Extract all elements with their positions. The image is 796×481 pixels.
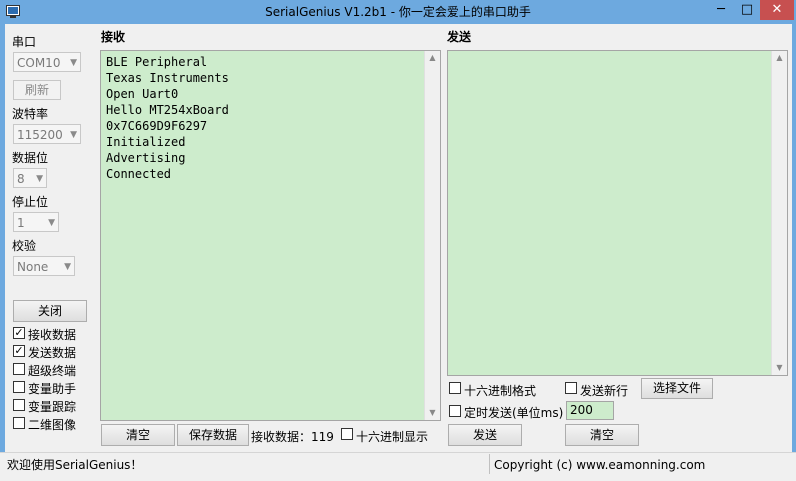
- option-checkbox[interactable]: [13, 417, 25, 429]
- parity-value: None: [17, 260, 49, 274]
- hex-format-label: 十六进制格式: [464, 384, 537, 398]
- timer-interval-input[interactable]: 200: [566, 401, 614, 420]
- option-checkbox[interactable]: ✓: [13, 327, 25, 339]
- send-scrollbar[interactable]: ▲ ▼: [771, 51, 787, 375]
- status-welcome: 欢迎使用SerialGenius！: [7, 458, 143, 472]
- baud-value: 115200: [17, 128, 63, 142]
- option-checkbox[interactable]: [13, 381, 25, 393]
- receive-line: Texas Instruments: [106, 71, 229, 85]
- hex-format-checkbox[interactable]: [449, 382, 461, 394]
- hex-display-label: 十六进制显示: [356, 430, 429, 444]
- receive-textarea[interactable]: BLE Peripheral Texas Instruments Open Uart…: [100, 50, 441, 421]
- receive-line: Hello MT254xBoard: [106, 103, 229, 117]
- stopbits-value: 1: [17, 216, 25, 230]
- send-textarea[interactable]: ▲ ▼: [447, 50, 788, 376]
- port-label: 串口: [12, 35, 37, 49]
- receive-line: Advertising: [106, 151, 186, 165]
- option-label: 变量助手: [28, 382, 77, 396]
- stopbits-label: 停止位: [12, 195, 49, 209]
- chevron-down-icon: ▼: [64, 262, 71, 272]
- stopbits-select[interactable]: 1 ▼: [13, 212, 59, 232]
- option-checkbox[interactable]: [13, 399, 25, 411]
- receive-title: 接收: [101, 30, 126, 44]
- chevron-down-icon: ▼: [70, 58, 77, 68]
- hex-display-checkbox[interactable]: [341, 428, 353, 440]
- status-copyright: Copyright (c) www.eamonning.com: [494, 458, 706, 472]
- databits-select[interactable]: 8 ▼: [13, 168, 47, 188]
- option-label: 二维图像: [28, 418, 77, 432]
- parity-select[interactable]: None ▼: [13, 256, 75, 276]
- window-frame-left: [0, 24, 5, 480]
- send-newline-label: 发送新行: [580, 384, 629, 398]
- refresh-button[interactable]: 刷新: [13, 80, 61, 100]
- window-title: SerialGenius V1.2b1 - 你一定会爱上的串口助手: [265, 5, 531, 19]
- receive-line: BLE Peripheral: [106, 55, 208, 69]
- receive-lines: BLE Peripheral Texas Instruments Open Uart…: [106, 54, 229, 182]
- baud-select[interactable]: 115200 ▼: [13, 124, 81, 144]
- databits-label: 数据位: [12, 151, 49, 165]
- receive-line: Initialized: [106, 135, 186, 149]
- databits-value: 8: [17, 172, 25, 186]
- timer-send-label: 定时发送(单位ms): [464, 406, 564, 420]
- parity-label: 校验: [12, 239, 37, 253]
- receive-scrollbar[interactable]: ▲ ▼: [424, 51, 440, 420]
- receive-line: Open Uart0: [106, 87, 179, 101]
- receive-count-value: 119: [311, 430, 334, 444]
- receive-count-label: 接收数据：: [251, 430, 312, 444]
- timer-send-checkbox[interactable]: [449, 405, 461, 417]
- status-divider: [489, 454, 490, 474]
- send-newline-checkbox[interactable]: [565, 382, 577, 394]
- minimize-button[interactable]: ─: [708, 0, 734, 20]
- close-window-button[interactable]: ✕: [760, 0, 794, 20]
- baud-label: 波特率: [12, 107, 49, 121]
- receive-count: 接收数据：119: [251, 428, 334, 445]
- close-port-button[interactable]: 关闭: [13, 300, 87, 322]
- chevron-down-icon: ▼: [36, 174, 43, 184]
- send-title: 发送: [447, 30, 472, 44]
- maximize-button[interactable]: □: [734, 0, 760, 20]
- option-label: 发送数据: [28, 346, 77, 360]
- scroll-down-icon[interactable]: ▼: [425, 406, 440, 420]
- send-button[interactable]: 发送: [448, 424, 522, 446]
- port-value: COM10: [17, 56, 61, 70]
- chevron-down-icon: ▼: [48, 218, 55, 228]
- chevron-down-icon: ▼: [70, 130, 77, 140]
- choose-file-button[interactable]: 选择文件: [641, 378, 713, 399]
- window-frame-right: [792, 24, 796, 480]
- port-select[interactable]: COM10 ▼: [13, 52, 81, 72]
- scroll-up-icon[interactable]: ▲: [772, 51, 787, 65]
- receive-clear-button[interactable]: 清空: [101, 424, 175, 446]
- option-label: 变量跟踪: [28, 400, 77, 414]
- option-checkbox[interactable]: ✓: [13, 345, 25, 357]
- option-label: 超级终端: [28, 364, 77, 378]
- scroll-down-icon[interactable]: ▼: [772, 361, 787, 375]
- send-clear-button[interactable]: 清空: [565, 424, 639, 446]
- receive-line: Connected: [106, 167, 172, 181]
- option-label: 接收数据: [28, 328, 77, 342]
- scroll-up-icon[interactable]: ▲: [425, 51, 440, 65]
- receive-line: 0x7C669D9F6297: [106, 119, 208, 133]
- save-data-button[interactable]: 保存数据: [177, 424, 249, 446]
- option-checkbox[interactable]: [13, 363, 25, 375]
